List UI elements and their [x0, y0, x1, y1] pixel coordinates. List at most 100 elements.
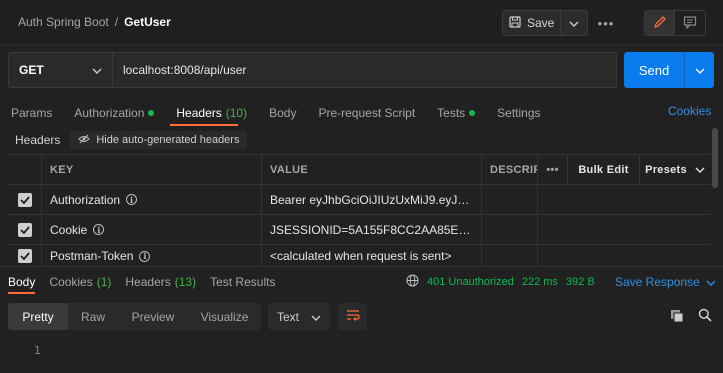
row-checkbox[interactable]: [8, 215, 42, 244]
globe-icon[interactable]: [406, 274, 419, 290]
comment-icon: [683, 15, 697, 32]
info-icon[interactable]: i: [93, 224, 105, 235]
active-tab-indicator: [170, 124, 238, 126]
info-icon[interactable]: i: [126, 194, 138, 205]
save-dropdown-button[interactable]: [561, 11, 587, 35]
table-header-row: KEY VALUE DESCRIP ••• Bulk Edit Presets: [8, 155, 710, 185]
tab-tests[interactable]: Tests: [437, 106, 476, 120]
format-visualize[interactable]: Visualize: [188, 303, 261, 330]
checkmark-icon: [17, 249, 32, 263]
wrap-lines-button[interactable]: [338, 303, 367, 330]
format-preview[interactable]: Preview: [118, 303, 188, 330]
tab-headers[interactable]: Headers (10): [176, 106, 247, 120]
chevron-down-icon: [695, 63, 705, 77]
header-key-cell[interactable]: Authorization i: [42, 185, 262, 214]
method-select[interactable]: GET: [9, 53, 113, 87]
key-column-header: KEY: [42, 155, 262, 184]
breadcrumb-collection[interactable]: Auth Spring Boot: [18, 15, 109, 29]
response-time[interactable]: 222 ms: [522, 276, 558, 288]
header-key-cell[interactable]: Postman-Token i: [42, 245, 262, 267]
header-value: <calculated when request is sent>: [270, 249, 452, 263]
row-checkbox[interactable]: [8, 245, 42, 267]
tab-authorization[interactable]: Authorization: [74, 106, 155, 120]
pane-divider[interactable]: [0, 266, 723, 267]
send-dropdown-button[interactable]: [685, 52, 714, 88]
status-dot: [469, 110, 476, 116]
header-value-cell[interactable]: <calculated when request is sent>: [262, 245, 482, 267]
copy-icon[interactable]: [670, 309, 684, 326]
response-tab-test-results[interactable]: Test Results: [210, 275, 275, 289]
search-icon[interactable]: [698, 308, 712, 325]
format-raw[interactable]: Raw: [68, 303, 118, 330]
vertical-scrollbar[interactable]: [712, 128, 718, 188]
breadcrumb-request-name[interactable]: GetUser: [124, 15, 171, 29]
table-row: Postman-Token i <calculated when request …: [8, 245, 710, 267]
header-description-cell[interactable]: [482, 215, 538, 244]
header-value: Bearer eyJhbGciOiJIUzUxMiJ9.eyJzdWIiOiJ1…: [270, 192, 474, 207]
headers-subheader: Headers Hide auto-generated headers: [15, 131, 248, 149]
table-row: Authorization i Bearer eyJhbGciOiJIUzUxMi…: [8, 185, 710, 215]
chevron-down-icon: [92, 63, 102, 77]
response-tab-headers[interactable]: Headers (13): [125, 275, 196, 289]
header-value-cell[interactable]: JSESSIONID=5A155F8CC2AA85E7B42C9D: [262, 215, 482, 244]
send-button-group: Send: [624, 52, 714, 88]
header-description-cell[interactable]: [482, 245, 538, 267]
info-icon[interactable]: i: [139, 250, 151, 262]
presets-dropdown[interactable]: Presets: [640, 155, 710, 184]
active-tab-indicator: [8, 292, 35, 294]
status-dot: [148, 110, 155, 116]
save-response-dropdown[interactable]: Save Response: [615, 275, 716, 289]
response-tab-body[interactable]: Body: [8, 275, 35, 289]
response-tabs: Body Cookies (1) Headers (13) Test Results: [8, 275, 297, 289]
response-size[interactable]: 392 B: [566, 276, 595, 288]
eye-off-icon: [78, 134, 91, 147]
headers-section-label: Headers: [15, 133, 61, 147]
chevron-down-icon: [569, 16, 579, 30]
row-checkbox[interactable]: [8, 185, 42, 214]
bulk-edit-button[interactable]: Bulk Edit: [568, 155, 640, 184]
tab-params[interactable]: Params: [11, 106, 52, 120]
hide-auto-generated-toggle[interactable]: Hide auto-generated headers: [70, 131, 248, 149]
header-key: Postman-Token: [50, 249, 134, 263]
documentation-mode-button[interactable]: [675, 11, 705, 35]
line-number: 1: [34, 344, 41, 357]
response-stats: 401 Unauthorized 222 ms 392 B: [406, 274, 595, 290]
more-actions-button[interactable]: •••: [596, 14, 616, 32]
response-tab-cookies[interactable]: Cookies (1): [49, 275, 111, 289]
save-icon: [509, 15, 521, 31]
header-key: Cookie: [50, 222, 88, 237]
language-select[interactable]: Text: [268, 303, 330, 330]
wrap-lines-icon: [346, 309, 360, 324]
tab-body[interactable]: Body: [269, 106, 296, 120]
save-response-label: Save Response: [615, 275, 700, 289]
view-mode-toggle: [644, 10, 706, 36]
format-pretty[interactable]: Pretty: [8, 303, 68, 330]
tab-settings[interactable]: Settings: [497, 106, 540, 120]
url-input[interactable]: localhost:8008/api/user: [113, 63, 246, 77]
headers-count: (10): [225, 106, 248, 120]
send-button[interactable]: Send: [624, 52, 684, 88]
language-select-label: Text: [277, 309, 300, 324]
cookies-link[interactable]: Cookies: [668, 104, 711, 118]
header-value-cell[interactable]: Bearer eyJhbGciOiJIUzUxMiJ9.eyJzdWIiOiJ1…: [262, 185, 482, 214]
status-code[interactable]: 401 Unauthorized: [427, 276, 514, 288]
pencil-icon: [653, 15, 667, 32]
chevron-down-icon: [311, 310, 321, 324]
save-label: Save: [526, 16, 555, 30]
tab-pre-request-script[interactable]: Pre-request Script: [318, 106, 415, 120]
save-button-group: Save: [502, 10, 588, 36]
chevron-down-icon: [695, 164, 705, 176]
save-button[interactable]: Save: [503, 11, 560, 35]
column-options-button[interactable]: •••: [538, 155, 568, 184]
header-value: JSESSIONID=5A155F8CC2AA85E7B42C9D: [270, 222, 474, 237]
cookies-count: (1): [96, 275, 112, 289]
description-column-header: DESCRIP: [482, 155, 538, 184]
hide-auto-label: Hide auto-generated headers: [96, 134, 240, 146]
header-key-cell[interactable]: Cookie i: [42, 215, 262, 244]
request-url-bar: GET localhost:8008/api/user: [8, 52, 617, 88]
header-description-cell[interactable]: [482, 185, 538, 214]
checkbox-column-header: [8, 155, 42, 184]
edit-mode-button[interactable]: [645, 11, 676, 35]
header-key: Authorization: [50, 192, 121, 207]
breadcrumb-separator: /: [114, 15, 119, 29]
